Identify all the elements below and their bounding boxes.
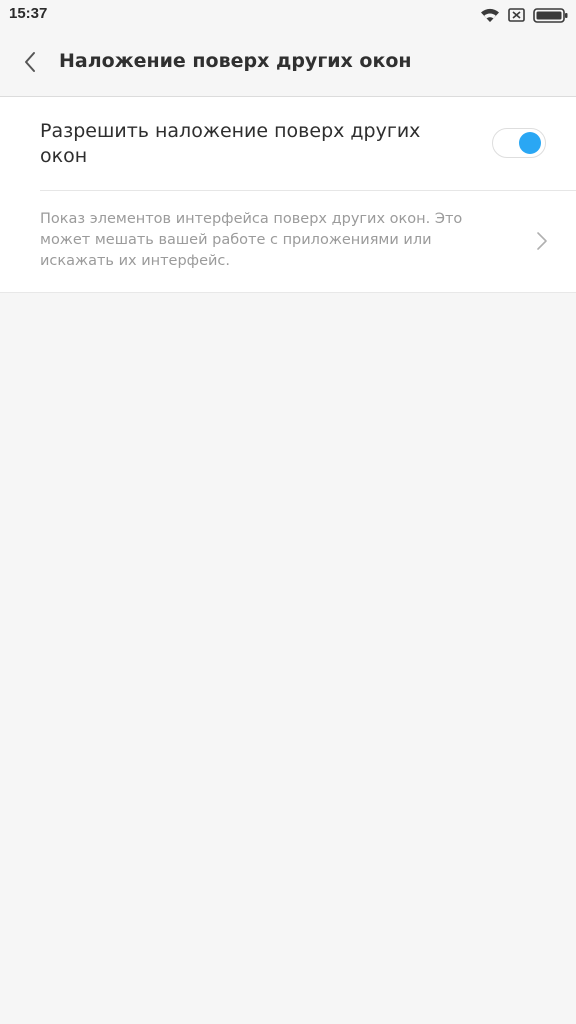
status-icons: [480, 6, 568, 24]
header: Наложение поверх других окон: [0, 30, 576, 97]
overlay-toggle-switch[interactable]: [492, 128, 546, 158]
toggle-knob: [519, 132, 541, 154]
battery-icon: [533, 7, 568, 23]
overlay-permission-label: Разрешить наложение поверх других окон: [40, 120, 421, 167]
status-time: 15:37: [9, 5, 48, 22]
back-button[interactable]: [14, 48, 46, 80]
wifi-icon: [480, 7, 500, 23]
chevron-left-icon: [23, 51, 37, 77]
overlay-permission-row[interactable]: Разрешить наложение поверх других окон: [0, 97, 576, 190]
overlay-description-text: Показ элементов интерфейса поверх других…: [40, 211, 463, 269]
overlay-description-row[interactable]: Показ элементов интерфейса поверх других…: [0, 191, 576, 292]
status-bar: 15:37: [0, 0, 576, 30]
chevron-right-icon: [536, 231, 548, 255]
page-title: Наложение поверх других окон: [59, 50, 412, 72]
sim-blocked-icon: [508, 8, 525, 22]
settings-card: Разрешить наложение поверх других окон П…: [0, 97, 576, 293]
